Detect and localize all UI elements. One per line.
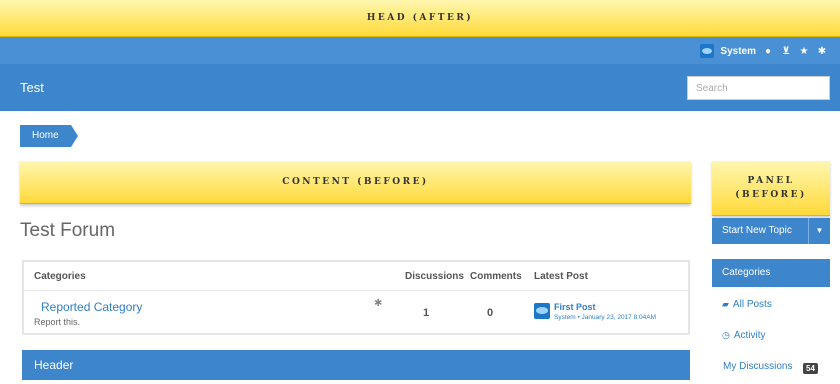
globe-icon[interactable]: ● [762,46,774,57]
category-description: Report this. [34,317,81,327]
me-box: System ● ⊻ ★ ✱ [700,43,828,59]
discussion-count: 1 [423,307,430,319]
comment-count: 0 [487,307,494,319]
clock-icon: ◷ [722,330,730,340]
categories-table: Categories Discussions Comments Latest P… [22,260,690,335]
my-discussions-count-badge: 54 [803,363,818,374]
header-comments: Comments [470,271,522,282]
header-latest-post: Latest Post [534,271,588,282]
head-after-label: Head (after) [366,13,474,23]
gear-icon[interactable]: ✱ [816,46,828,57]
breadcrumb-home[interactable]: Home [20,125,78,147]
sidebar-item-label: All Posts [732,299,772,310]
start-topic-dropdown-caret-icon[interactable]: ▼ [808,218,830,244]
panel-before-asset: Panel (before) [712,161,830,216]
sidebar-item-label: Activity [733,330,766,341]
site-title[interactable]: Test [20,80,44,95]
content-before-asset: Content (before) [20,161,691,204]
sidebar-item-categories[interactable]: Categories [712,259,830,287]
section-header-bar: Header [22,350,690,380]
head-after-asset: Head (after) [0,0,840,37]
meta-bar: System ● ⊻ ★ ✱ [0,37,840,64]
latest-post-meta[interactable]: System • January 23, 2017 8:04AM [554,314,656,321]
start-new-topic-button[interactable]: Start New Topic [712,218,818,244]
search-input[interactable] [687,76,830,100]
user-avatar[interactable] [700,44,715,58]
header-divider [24,290,688,291]
sidebar-item-activity[interactable]: ◷ Activity [722,330,766,341]
category-options-gear-icon[interactable]: ✱ [374,298,382,309]
latest-post-avatar[interactable] [534,303,550,319]
page-title: Test Forum [20,220,116,241]
inbox-icon[interactable]: ⊻ [780,46,792,57]
sidebar-item-label: My Discussions [723,361,793,372]
header-categories: Categories [34,271,86,282]
user-name[interactable]: System [720,46,756,57]
latest-post-link[interactable]: First Post [554,302,596,312]
star-icon[interactable]: ★ [798,46,810,57]
category-link[interactable]: Reported Category [41,300,142,314]
sidebar-item-all-posts[interactable]: ▰ All Posts [722,299,772,310]
comment-icon: ▰ [722,299,729,309]
content-before-label: Content (before) [282,177,429,187]
header-discussions: Discussions [405,271,464,282]
panel-before-label: Panel (before) [735,176,807,200]
section-header-label: Header [34,358,74,372]
